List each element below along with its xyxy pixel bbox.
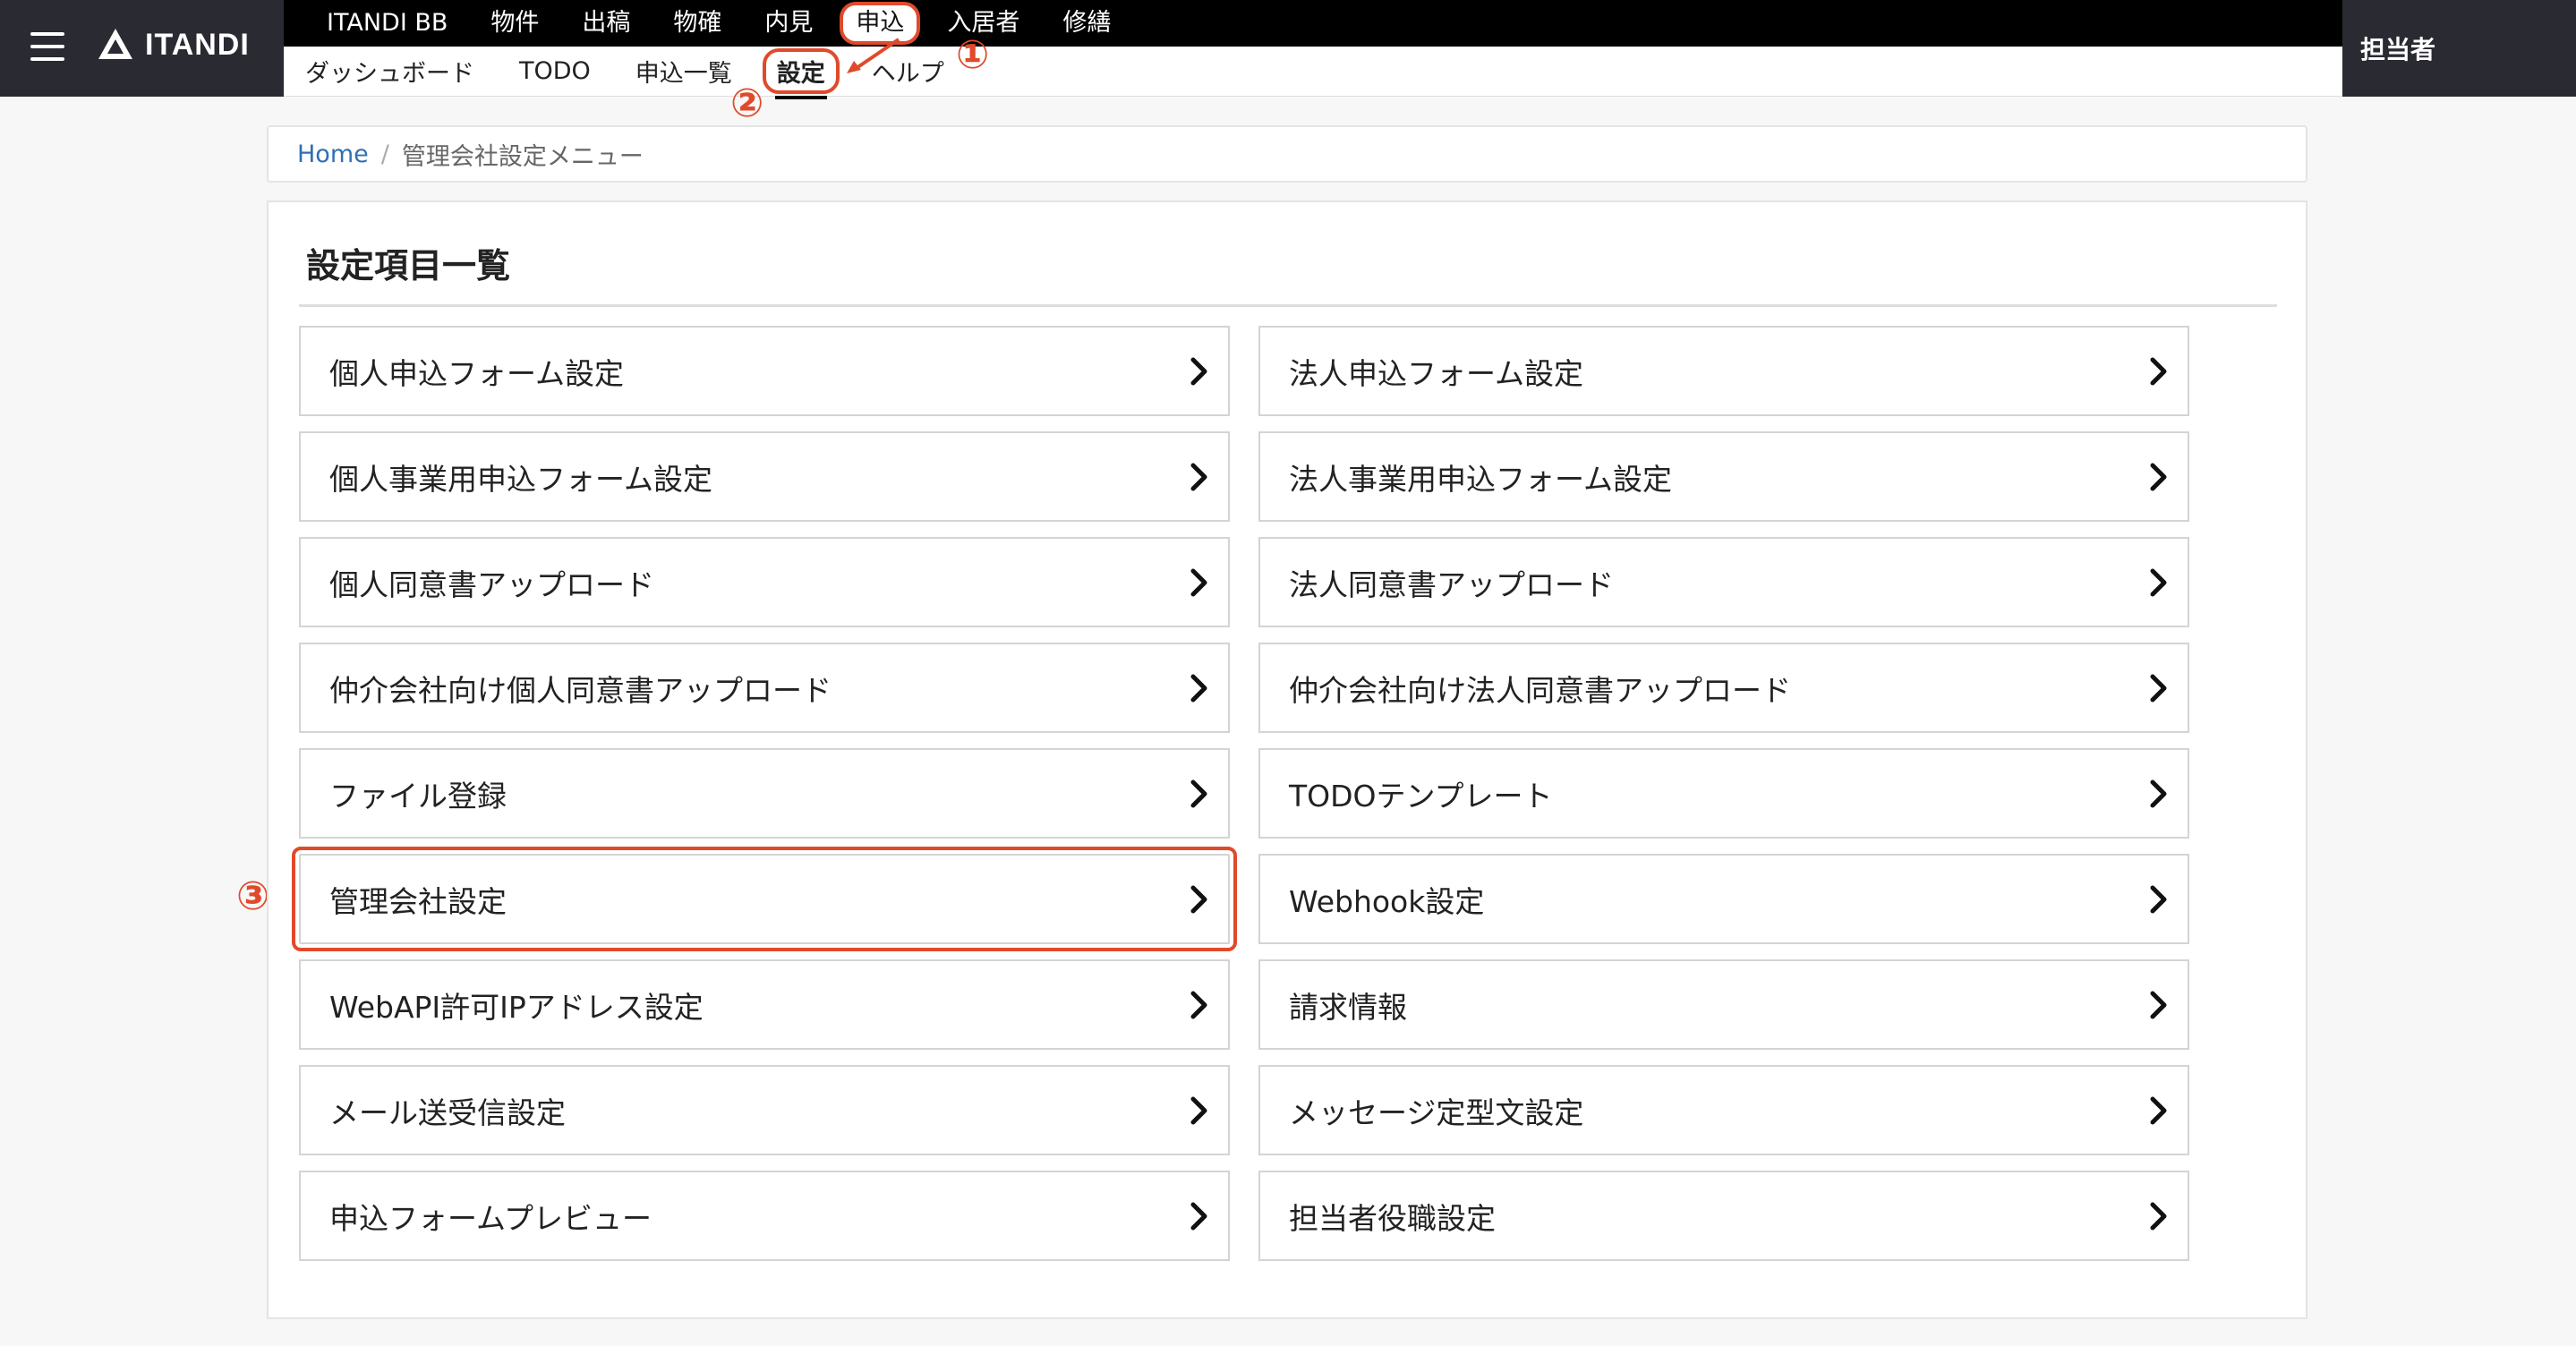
settings-menu-item[interactable]: TODOテンプレート: [1258, 748, 2189, 839]
settings-menu-item[interactable]: 個人同意書アップロード: [299, 537, 1230, 627]
breadcrumb-separator: /: [380, 140, 389, 168]
settings-menu-item[interactable]: Webhook設定: [1258, 854, 2189, 944]
settings-menu-item-label: 管理会社設定: [329, 883, 507, 919]
chevron-right-icon: [1190, 674, 1207, 703]
sub-nav-dashboard[interactable]: ダッシュボード: [305, 54, 474, 89]
settings-menu-item-label: ファイル登録: [329, 778, 507, 814]
settings-menu-item-label: 個人申込フォーム設定: [329, 355, 625, 391]
annotation-step-2: ②: [730, 81, 764, 126]
settings-menu-item[interactable]: ファイル登録: [299, 748, 1230, 839]
settings-menu-item[interactable]: 個人事業用申込フォーム設定: [299, 431, 1230, 522]
settings-menu-item-label: 担当者役職設定: [1289, 1200, 1496, 1236]
settings-menu-item-label: 法人同意書アップロード: [1289, 567, 1614, 602]
main-nav-property-check[interactable]: 物確: [673, 0, 721, 47]
breadcrumb-current: 管理会社設定メニュー: [401, 142, 644, 171]
settings-menu-item-label: 個人同意書アップロード: [329, 567, 654, 602]
settings-grid: 個人申込フォーム設定 法人申込フォーム設定個人事業用申込フォーム設定 法人事業用申込…: [292, 326, 2277, 1261]
chevron-right-icon: [2150, 1096, 2167, 1125]
settings-menu-item[interactable]: 仲介会社向け法人同意書アップロード: [1258, 643, 2189, 733]
main-nav-viewing[interactable]: 内見: [764, 0, 813, 47]
settings-menu-item[interactable]: 担当者役職設定: [1258, 1171, 2189, 1261]
settings-menu-item[interactable]: メール送受信設定: [299, 1065, 1230, 1155]
main-nav-properties[interactable]: 物件: [490, 0, 539, 47]
settings-menu-item[interactable]: 管理会社設定: [292, 847, 1237, 951]
settings-menu-item-label: メッセージ定型文設定: [1289, 1095, 1584, 1130]
main-nav-repairs[interactable]: 修繕: [1062, 0, 1111, 47]
itandi-logo-icon: [98, 29, 132, 59]
chevron-right-icon: [2150, 674, 2167, 703]
settings-menu-item-label: 請求情報: [1289, 989, 1407, 1025]
hamburger-menu-icon[interactable]: [30, 32, 64, 61]
settings-menu-item-label: 個人事業用申込フォーム設定: [329, 461, 713, 497]
chevron-right-icon: [2150, 463, 2167, 491]
sub-nav-application-list[interactable]: 申込一覧: [635, 54, 732, 89]
settings-menu-item-label: WebAPI許可IPアドレス設定: [329, 989, 704, 1025]
settings-menu-item[interactable]: WebAPI許可IPアドレス設定: [299, 959, 1230, 1050]
chevron-right-icon: [2150, 357, 2167, 386]
settings-menu-item[interactable]: 法人申込フォーム設定: [1258, 326, 2189, 416]
settings-menu-item-label: 法人事業用申込フォーム設定: [1289, 461, 1673, 497]
chevron-right-icon: [1190, 463, 1207, 491]
sub-nav: ダッシュボード TODO 申込一覧 設定 ヘルプ: [284, 47, 2342, 99]
sub-nav-settings[interactable]: 設定: [762, 48, 840, 99]
settings-panel: 設定項目一覧 個人申込フォーム設定 法人申込フォーム設定個人事業用申込フォーム設定…: [267, 200, 2307, 1319]
main-nav-itandi-bb[interactable]: ITANDI BB: [327, 0, 448, 47]
chevron-right-icon: [1190, 991, 1207, 1019]
annotation-step-1: ①: [956, 32, 990, 78]
chevron-right-icon: [2150, 1202, 2167, 1231]
chevron-right-icon: [2150, 991, 2167, 1019]
settings-menu-item[interactable]: 法人事業用申込フォーム設定: [1258, 431, 2189, 522]
sub-nav-todo[interactable]: TODO: [519, 57, 591, 85]
settings-menu-item[interactable]: メッセージ定型文設定: [1258, 1065, 2189, 1155]
chevron-right-icon: [2150, 779, 2167, 808]
settings-menu-item-label: メール送受信設定: [329, 1095, 566, 1130]
settings-menu-item-label: 申込フォームプレビュー: [329, 1200, 653, 1236]
chevron-right-icon: [2150, 885, 2167, 914]
user-label: 担当者: [2360, 35, 2436, 64]
chevron-right-icon: [2150, 568, 2167, 597]
annotation-arrow: [847, 38, 900, 73]
settings-menu-item-label: 仲介会社向け法人同意書アップロード: [1289, 672, 1791, 708]
settings-menu-item[interactable]: 個人申込フォーム設定: [299, 326, 1230, 416]
top-header: ITANDI ITANDI BB 物件 出稿 物確 内見 申込 入居者 修繕 ダ…: [0, 0, 2576, 99]
title-divider: [299, 304, 2277, 307]
settings-menu-item[interactable]: 仲介会社向け個人同意書アップロード: [299, 643, 1230, 733]
main-nav-listing[interactable]: 出稿: [582, 0, 630, 47]
settings-menu-item-label: TODOテンプレート: [1289, 778, 1553, 814]
logo-text: ITANDI: [145, 27, 250, 62]
settings-menu-item-label: 仲介会社向け個人同意書アップロード: [329, 672, 832, 708]
chevron-right-icon: [1190, 885, 1207, 914]
settings-menu-item[interactable]: 申込フォームプレビュー: [299, 1171, 1230, 1261]
settings-menu-item-label: 法人申込フォーム設定: [1289, 355, 1584, 391]
breadcrumb: Home / 管理会社設定メニュー: [267, 125, 2307, 183]
chevron-right-icon: [1190, 779, 1207, 808]
chevron-right-icon: [1190, 568, 1207, 597]
chevron-right-icon: [1190, 357, 1207, 386]
settings-menu-item-label: Webhook設定: [1289, 883, 1485, 919]
main-nav: ITANDI BB 物件 出稿 物確 内見 申込 入居者 修繕: [284, 0, 2342, 47]
settings-menu-item[interactable]: 法人同意書アップロード: [1258, 537, 2189, 627]
page-title: 設定項目一覧: [306, 246, 511, 285]
brand-area: ITANDI: [0, 0, 284, 97]
chevron-right-icon: [1190, 1096, 1207, 1125]
itandi-logo[interactable]: ITANDI: [97, 27, 250, 63]
annotation-step-3: ③: [236, 873, 270, 919]
chevron-right-icon: [1190, 1202, 1207, 1231]
breadcrumb-home-link[interactable]: Home: [297, 141, 369, 168]
settings-menu-item[interactable]: 請求情報: [1258, 959, 2189, 1050]
user-menu[interactable]: 担当者: [2342, 0, 2576, 97]
